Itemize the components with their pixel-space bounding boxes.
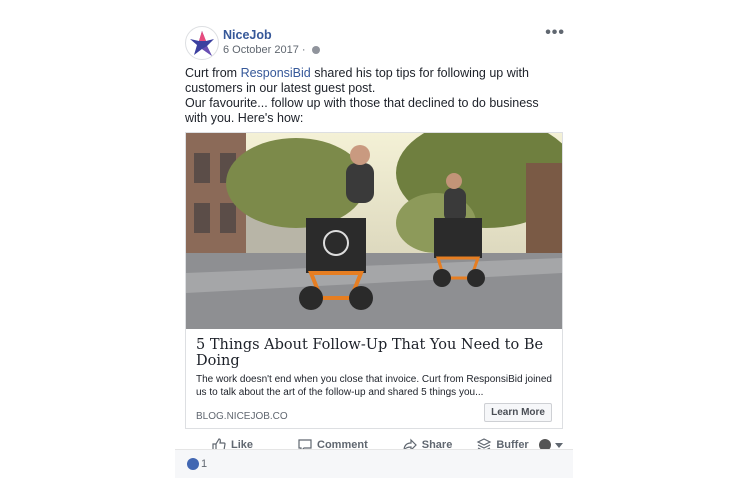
reaction-count[interactable]: 1 [201,458,207,470]
learn-more-button[interactable]: Learn More [484,403,552,422]
like-reaction-icon[interactable] [187,458,199,470]
link-headline[interactable]: 5 Things About Follow-Up That You Need t… [196,337,552,369]
nicejob-logo[interactable] [185,26,219,60]
reactions-bar: 1 [175,449,573,478]
post-meta: 6 October 2017 · [223,44,320,56]
post-text-line1: Curt from ResponsiBid shared his top tip… [185,66,529,95]
page-name-link[interactable]: NiceJob [223,28,272,42]
facebook-post: NiceJob 6 October 2017 · ••• Curt from R… [175,18,573,461]
post-text: Curt from ResponsiBid shared his top tip… [175,62,573,126]
link-info[interactable]: 5 Things About Follow-Up That You Need t… [186,329,562,428]
responsibid-mention-link[interactable]: ResponsiBid [241,66,311,80]
post-text-line2: Our favourite... follow up with those th… [185,96,539,125]
link-attachment[interactable]: 5 Things About Follow-Up That You Need t… [185,132,563,429]
link-description: The work doesn't end when you close that… [196,374,552,398]
post-header: NiceJob 6 October 2017 · ••• [175,18,573,62]
globe-icon [311,46,320,55]
post-date[interactable]: 6 October 2017 · [223,44,306,56]
link-preview-image[interactable] [186,133,562,329]
chevron-down-icon [554,442,563,448]
more-options-icon[interactable]: ••• [545,24,565,42]
